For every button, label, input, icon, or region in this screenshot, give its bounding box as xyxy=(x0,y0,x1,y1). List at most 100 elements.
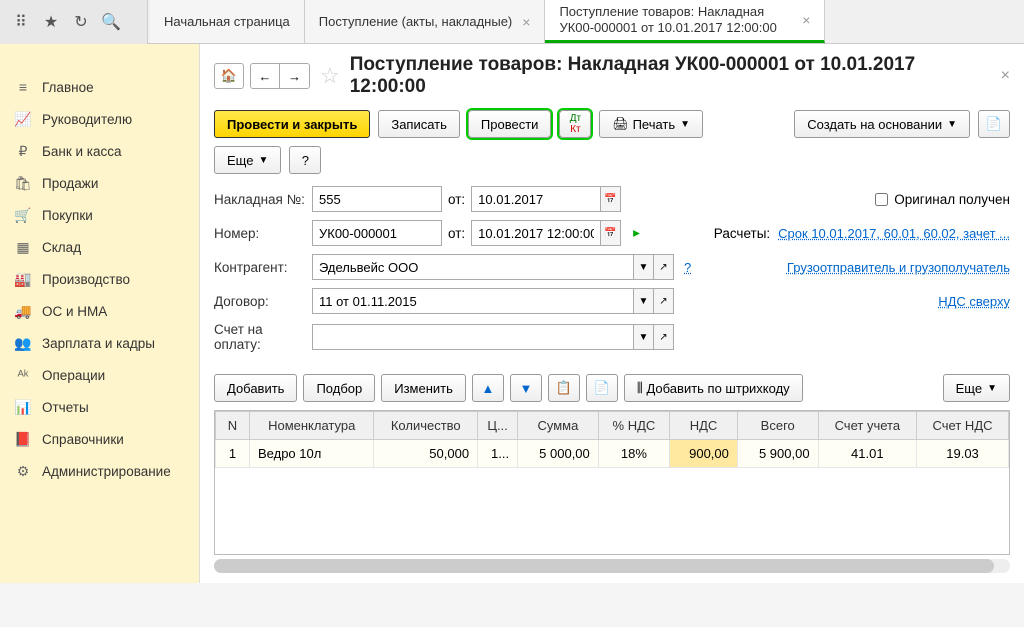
debit-credit-button[interactable]: ДтКт xyxy=(559,110,591,138)
horizontal-scrollbar[interactable] xyxy=(214,559,1010,573)
col-qty[interactable]: Количество xyxy=(374,412,478,440)
chevron-down-icon[interactable]: ▼ xyxy=(634,288,654,314)
cell-vat-account[interactable]: 19.03 xyxy=(917,440,1009,468)
cell-nomenclature[interactable]: Ведро 10л xyxy=(250,440,374,468)
change-button[interactable]: Изменить xyxy=(381,374,466,402)
close-icon[interactable]: × xyxy=(522,14,530,30)
move-up-button[interactable]: ▲ xyxy=(472,374,504,402)
counterparty-label: Контрагент: xyxy=(214,260,306,275)
sidebar-item-manager[interactable]: 📈Руководителю xyxy=(0,104,199,136)
col-vat-pct[interactable]: % НДС xyxy=(598,412,669,440)
favorite-icon[interactable]: ☆ xyxy=(316,63,344,89)
paste-button[interactable]: 📄 xyxy=(586,374,618,402)
datetime-input[interactable] xyxy=(471,220,601,246)
invoice-no-input[interactable] xyxy=(312,186,442,212)
number-input[interactable] xyxy=(312,220,442,246)
col-vat-account[interactable]: Счет НДС xyxy=(917,412,1009,440)
add-row-button[interactable]: Добавить xyxy=(214,374,297,402)
cell-price[interactable]: 1... xyxy=(478,440,518,468)
close-icon[interactable]: × xyxy=(802,12,810,28)
back-button[interactable]: ← xyxy=(250,63,280,89)
chart-icon: 📈 xyxy=(14,111,32,129)
cell-n[interactable]: 1 xyxy=(216,440,250,468)
sidebar-item-sales[interactable]: 🛍Продажи xyxy=(0,168,199,200)
debit-credit-icon: ᴬᵏ xyxy=(14,367,32,385)
col-total[interactable]: Всего xyxy=(737,412,818,440)
open-icon[interactable]: ↗ xyxy=(654,254,674,280)
tab-start-page[interactable]: Начальная страница xyxy=(150,0,305,43)
original-received-checkbox[interactable] xyxy=(875,193,888,206)
sidebar-item-bank[interactable]: ₽Банк и касса xyxy=(0,136,199,168)
cell-account[interactable]: 41.01 xyxy=(818,440,916,468)
sidebar-item-reports[interactable]: 📊Отчеты xyxy=(0,392,199,424)
sidebar-item-purchases[interactable]: 🛒 Покупки xyxy=(0,200,199,232)
search-icon[interactable]: 🔍 xyxy=(96,7,126,37)
star-icon[interactable]: ★ xyxy=(36,7,66,37)
print-button[interactable]: 🖨 Печать▼ xyxy=(599,110,703,138)
cell-total[interactable]: 5 900,00 xyxy=(737,440,818,468)
invoice-payment-input[interactable] xyxy=(312,324,634,350)
chevron-down-icon[interactable]: ▼ xyxy=(634,324,654,350)
sidebar-item-production[interactable]: 🏭Производство xyxy=(0,264,199,296)
cell-qty[interactable]: 50,000 xyxy=(374,440,478,468)
table-toolbar: Добавить Подбор Изменить ▲ ▼ 📋 📄 ⫼ Добав… xyxy=(200,370,1024,406)
counterparty-input[interactable] xyxy=(312,254,634,280)
counterparty-help[interactable]: ? xyxy=(684,260,691,275)
col-nomenclature[interactable]: Номенклатура xyxy=(250,412,374,440)
more-button[interactable]: Еще▼ xyxy=(214,146,281,174)
calendar-icon[interactable]: 📅 xyxy=(601,186,621,212)
col-account[interactable]: Счет учета xyxy=(818,412,916,440)
menu-toggle[interactable] xyxy=(0,44,28,72)
invoice-date-input[interactable] xyxy=(471,186,601,212)
vat-mode-link[interactable]: НДС сверху xyxy=(938,294,1010,309)
close-icon[interactable]: × xyxy=(1001,67,1010,85)
system-toolbar: ⠿ ★ ↻ 🔍 xyxy=(0,0,148,44)
col-price[interactable]: Ц... xyxy=(478,412,518,440)
copy-button[interactable]: 📋 xyxy=(548,374,580,402)
create-based-button[interactable]: Создать на основании▼ xyxy=(794,110,970,138)
cell-vat[interactable]: 900,00 xyxy=(670,440,738,468)
calendar-icon[interactable]: 📅 xyxy=(601,220,621,246)
history-icon[interactable]: ↻ xyxy=(66,7,96,37)
chevron-down-icon: ▼ xyxy=(680,119,690,130)
sidebar-item-admin[interactable]: ⚙Администрирование xyxy=(0,456,199,488)
sidebar-item-warehouse[interactable]: ▦Склад xyxy=(0,232,199,264)
tab-receipts[interactable]: Поступление (акты, накладные) × xyxy=(305,0,546,43)
add-by-barcode-button[interactable]: ⫼ Добавить по штрихкоду xyxy=(624,374,803,402)
cell-sum[interactable]: 5 000,00 xyxy=(518,440,599,468)
sidebar-item-main[interactable]: ≡Главное xyxy=(0,72,199,104)
chevron-down-icon[interactable]: ▼ xyxy=(634,254,654,280)
attach-button[interactable]: 📄 xyxy=(978,110,1010,138)
scrollbar-thumb[interactable] xyxy=(214,559,994,573)
contract-input[interactable] xyxy=(312,288,634,314)
write-button[interactable]: Записать xyxy=(378,110,460,138)
sidebar-item-assets[interactable]: 🚚ОС и НМА xyxy=(0,296,199,328)
table-row[interactable]: 1 Ведро 10л 50,000 1... 5 000,00 18% 900… xyxy=(216,440,1009,468)
post-and-close-button[interactable]: Провести и закрыть xyxy=(214,110,370,138)
move-down-button[interactable]: ▼ xyxy=(510,374,542,402)
tab-current-document[interactable]: Поступление товаров: Накладная УК00-0000… xyxy=(545,0,825,43)
cart-icon: 🛒 xyxy=(14,207,32,225)
table-more-button[interactable]: Еще▼ xyxy=(943,374,1010,402)
sidebar-item-payroll[interactable]: 👥Зарплата и кадры xyxy=(0,328,199,360)
shipper-link[interactable]: Грузоотправитель и грузополучатель xyxy=(787,260,1010,275)
print-label: Печать xyxy=(633,117,676,132)
sidebar-item-label: Покупки xyxy=(42,208,93,223)
post-button[interactable]: Провести xyxy=(468,110,552,138)
sidebar-item-operations[interactable]: ᴬᵏОперации xyxy=(0,360,199,392)
factory-icon: 🏭 xyxy=(14,271,32,289)
home-button[interactable]: 🏠 xyxy=(214,63,244,89)
select-button[interactable]: Подбор xyxy=(303,374,375,402)
sidebar-item-label: Склад xyxy=(42,240,81,255)
sidebar-item-catalogs[interactable]: 📕Справочники xyxy=(0,424,199,456)
help-button[interactable]: ? xyxy=(289,146,321,174)
cell-vat-pct[interactable]: 18% xyxy=(598,440,669,468)
apps-icon[interactable]: ⠿ xyxy=(6,7,36,37)
open-icon[interactable]: ↗ xyxy=(654,324,674,350)
settlements-link[interactable]: Срок 10.01.2017, 60.01, 60.02, зачет ... xyxy=(778,226,1010,241)
col-sum[interactable]: Сумма xyxy=(518,412,599,440)
col-n[interactable]: N xyxy=(216,412,250,440)
open-icon[interactable]: ↗ xyxy=(654,288,674,314)
col-vat[interactable]: НДС xyxy=(670,412,738,440)
forward-button[interactable]: → xyxy=(280,63,310,89)
